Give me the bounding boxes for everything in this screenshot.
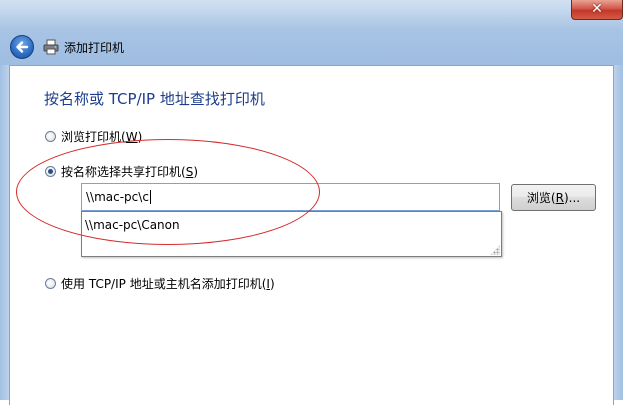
radio-browse-label: 浏览打印机(W)	[61, 130, 143, 144]
radio-browse[interactable]	[45, 131, 56, 142]
close-button[interactable]: ✕	[571, 0, 623, 20]
radio-shared[interactable]	[45, 166, 56, 177]
radio-option-tcpip[interactable]: 使用 TCP/IP 地址或主机名添加打印机(I)	[45, 275, 275, 292]
browse-button-label: 浏览(R)...	[526, 191, 581, 205]
autocomplete-dropdown[interactable]: \\mac-pc\Canon	[81, 211, 502, 257]
resize-grip-icon[interactable]	[490, 245, 500, 255]
shared-printer-input-value: \\mac-pc\c	[86, 190, 149, 204]
shared-printer-input[interactable]: \\mac-pc\c	[81, 183, 500, 211]
window-frame-left	[0, 65, 9, 400]
printer-icon	[43, 39, 59, 55]
back-button[interactable]	[10, 35, 34, 59]
window-title: 添加打印机	[64, 41, 125, 55]
back-arrow-icon	[16, 41, 29, 53]
glass-sheen	[0, 0, 623, 30]
page-heading: 按名称或 TCP/IP 地址查找打印机	[44, 90, 265, 108]
radio-shared-label: 按名称选择共享打印机(S)	[61, 165, 199, 179]
window-frame-right	[614, 65, 623, 400]
radio-option-browse[interactable]: 浏览打印机(W)	[45, 128, 142, 145]
text-caret	[149, 190, 151, 204]
radio-option-shared[interactable]: 按名称选择共享打印机(S)	[45, 163, 198, 180]
autocomplete-item[interactable]: \\mac-pc\Canon	[85, 218, 180, 232]
radio-tcpip-label: 使用 TCP/IP 地址或主机名添加打印机(I)	[61, 277, 275, 291]
close-icon: ✕	[591, 1, 603, 17]
radio-tcpip[interactable]	[45, 278, 56, 289]
browse-button[interactable]: 浏览(R)...	[511, 184, 596, 211]
